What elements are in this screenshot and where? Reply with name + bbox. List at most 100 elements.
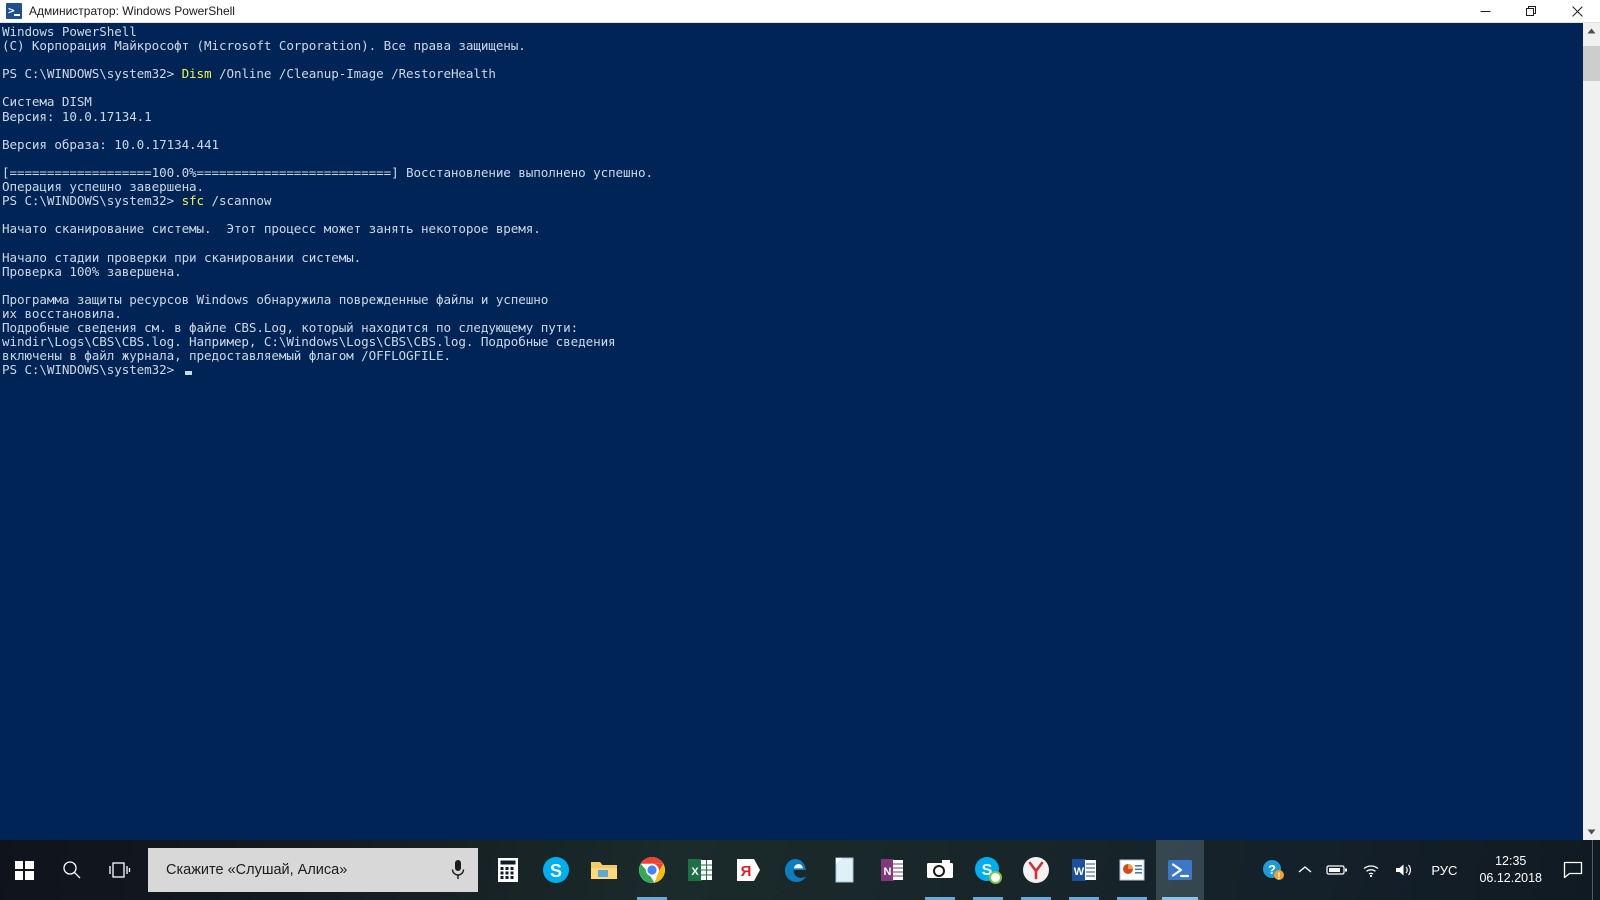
tray-time: 12:35 (1495, 854, 1527, 868)
taskbar-search-button[interactable] (48, 840, 96, 900)
console-output-area[interactable]: Windows PowerShell (C) Корпорация Майкрос… (0, 23, 1554, 840)
console-cursor (184, 371, 192, 376)
svg-text:!: ! (1278, 871, 1281, 881)
svg-text:X: X (691, 866, 699, 878)
word-icon: W (1072, 859, 1096, 881)
onenote-icon: N (881, 859, 903, 881)
minimize-button[interactable] (1462, 0, 1508, 23)
battery-icon (1326, 865, 1348, 875)
console-command: Dism (181, 66, 212, 82)
console-line: (C) Корпорация Майкрософт (Microsoft Cor… (2, 38, 526, 54)
window-controls (1462, 0, 1600, 23)
taskbar-app-notepad[interactable] (820, 840, 868, 900)
powershell-icon (6, 3, 22, 19)
show-desktop-button[interactable] (1592, 840, 1600, 900)
taskbar-app-yandex-browser[interactable] (1012, 840, 1060, 900)
console-command: sfc (181, 193, 205, 209)
yandex-browser-icon (1023, 857, 1049, 883)
edge-icon (785, 859, 806, 882)
task-view-button[interactable] (96, 840, 144, 900)
taskbar-app-skype[interactable]: S (532, 840, 580, 900)
svg-text:Я: Я (741, 863, 752, 880)
console-line: их восстановила. (2, 305, 122, 321)
console-line: PS C:\WINDOWS\system32> (2, 363, 1554, 377)
console-line: Подробные сведения см. в файле CBS.Log, … (2, 319, 579, 335)
scrollbar-up-arrow[interactable] (1583, 23, 1600, 40)
taskbar-app-chrome[interactable] (628, 840, 676, 900)
console-line: Начало стадии проверки при сканировании … (2, 249, 362, 265)
restore-button[interactable] (1508, 0, 1554, 23)
tray-help-button[interactable]: ? ! (1255, 840, 1291, 900)
taskbar-app-file-explorer[interactable] (580, 840, 628, 900)
console-text: Windows PowerShell (C) Корпорация Майкрос… (2, 24, 1554, 377)
help-question-icon: ? ! (1263, 860, 1285, 881)
alice-search-box[interactable]: Скажите «Слушай, Алиса» (148, 848, 478, 892)
taskbar-app-skype-business[interactable]: S (964, 840, 1012, 900)
console-line: Проверка 100% завершена. (2, 263, 182, 279)
tray-battery-button[interactable] (1319, 840, 1355, 900)
console-line: windir\Logs\CBS\CBS.log. Например, C:\Wi… (2, 334, 616, 350)
console-prompt: PS C:\WINDOWS\system32> (2, 66, 182, 82)
console-line: Windows PowerShell (2, 24, 137, 39)
console-prompt: PS C:\WINDOWS\system32> (2, 193, 182, 209)
tray-network-button[interactable] (1355, 840, 1387, 900)
search-icon (63, 861, 81, 879)
folder-icon (591, 862, 617, 879)
tray-clock[interactable]: 12:35 06.12.2018 (1467, 840, 1554, 900)
tray-volume-button[interactable] (1387, 840, 1421, 900)
svg-text:N: N (884, 866, 892, 878)
window-titlebar[interactable]: Администратор: Windows PowerShell (0, 0, 1600, 23)
console-line: Версия образа: 10.0.17134.441 (2, 136, 219, 152)
console-command-args: /Online /Cleanup-Image /RestoreHealth (211, 66, 496, 82)
console-line: Операция успешно завершена. (2, 179, 205, 195)
taskbar-app-powershell[interactable] (1156, 840, 1204, 900)
console-line: PS C:\WINDOWS\system32> Dism /Online /Cl… (2, 67, 1554, 81)
calculator-icon (498, 858, 518, 882)
yandex-icon: Я (737, 859, 760, 881)
volume-icon (1396, 864, 1412, 876)
console-prompt: PS C:\WINDOWS\system32> (2, 362, 182, 378)
taskbar-app-word[interactable]: W (1060, 840, 1108, 900)
wifi-icon (1363, 864, 1379, 877)
taskbar-app-excel[interactable]: X (676, 840, 724, 900)
taskbar-app-camera[interactable] (916, 840, 964, 900)
taskbar-app-yandex[interactable]: Я (724, 840, 772, 900)
console-line: [===================100.0%==============… (2, 164, 653, 180)
powerpoint-icon (1119, 859, 1145, 881)
action-center-button[interactable] (1554, 840, 1592, 900)
taskbar-app-calculator[interactable] (484, 840, 532, 900)
action-center-icon (1563, 861, 1583, 879)
taskbar-app-onenote[interactable]: N (868, 840, 916, 900)
close-button[interactable] (1554, 0, 1600, 23)
start-button[interactable] (0, 840, 48, 900)
console-command-args: /scannow (204, 193, 272, 209)
alice-placeholder-text: Скажите «Слушай, Алиса» (166, 862, 348, 878)
camera-icon (927, 860, 953, 878)
console-scrollbar[interactable] (1583, 23, 1600, 840)
tray-show-hidden-button[interactable] (1291, 840, 1319, 900)
scrollbar-thumb[interactable] (1583, 46, 1600, 81)
console-line: включены в файл журнала, предоставляемый… (2, 348, 451, 364)
svg-text:S: S (550, 861, 562, 881)
microphone-icon[interactable] (450, 859, 466, 881)
chrome-icon (639, 857, 665, 883)
excel-icon: X (688, 859, 712, 881)
taskbar-app-list: S X Я N S W (484, 840, 1204, 900)
scrollbar-down-arrow[interactable] (1583, 823, 1600, 840)
system-tray: ? ! РУС 12:35 06.12.2018 (1255, 840, 1600, 900)
skype-business-icon: S (975, 857, 1002, 884)
svg-text:W: W (1074, 866, 1085, 878)
skype-icon: S (543, 857, 569, 883)
console-line: Начато сканирование системы. Этот процес… (2, 221, 541, 237)
console-line: PS C:\WINDOWS\system32> sfc /scannow (2, 194, 1554, 208)
taskbar-app-powerpoint[interactable] (1108, 840, 1156, 900)
tray-language-indicator[interactable]: РУС (1421, 840, 1467, 900)
taskbar-app-edge[interactable] (772, 840, 820, 900)
powershell-taskbar-icon (1168, 860, 1192, 880)
windows-logo-icon (14, 860, 34, 880)
